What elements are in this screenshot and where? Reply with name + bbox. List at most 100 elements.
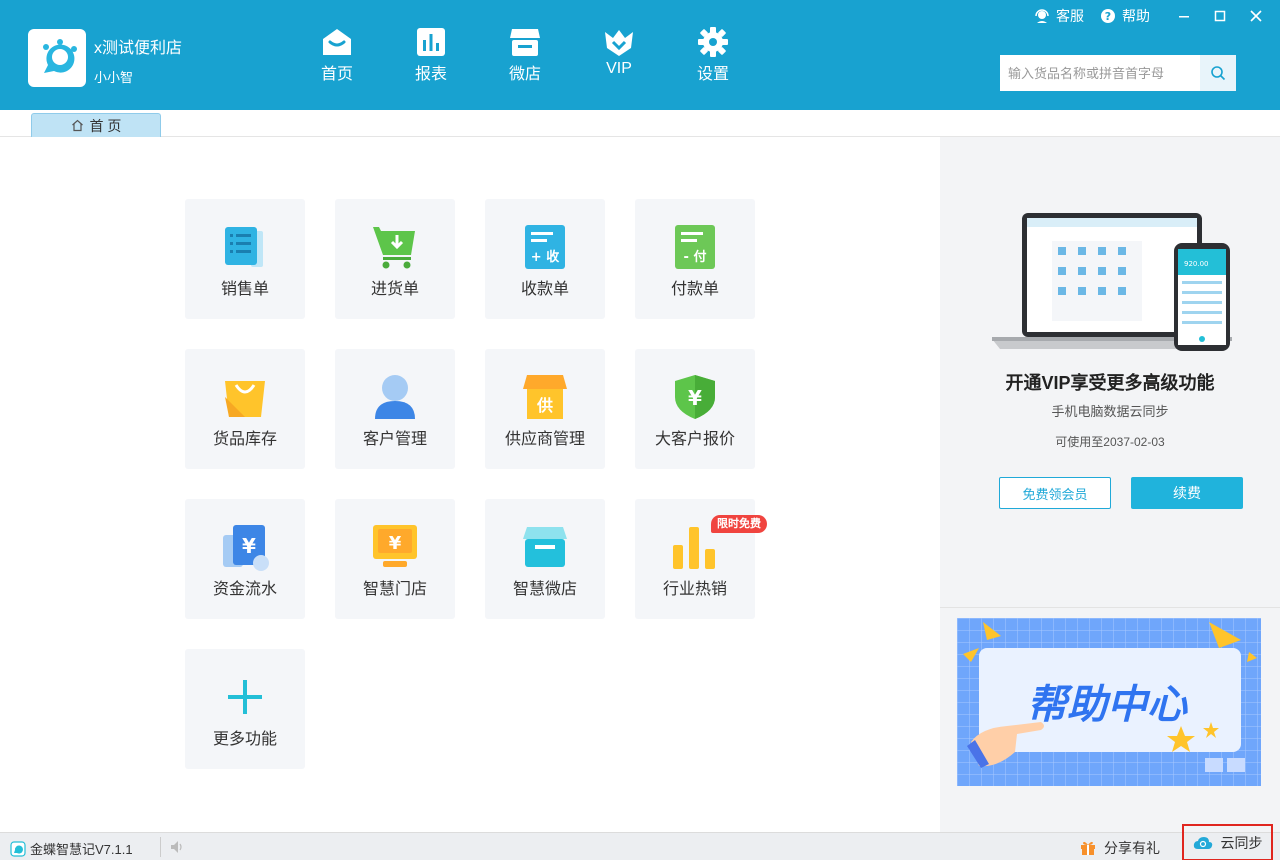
supplier-shop-icon: 供: [523, 375, 567, 419]
phone-amount: 920.00: [1184, 260, 1209, 268]
tile-smart-store[interactable]: ¥ 智慧门店: [335, 499, 455, 619]
share-gift-button[interactable]: 分享有礼: [1080, 838, 1160, 858]
nav-vip[interactable]: VIP: [572, 26, 666, 84]
store-icon: [510, 29, 540, 56]
share-label: 分享有礼: [1104, 840, 1160, 856]
customer-icon: [375, 375, 415, 419]
version-info: 金蝶智慧记V7.1.1: [10, 839, 133, 858]
micro-store-icon: [523, 527, 567, 567]
search-icon: [1211, 66, 1226, 81]
tile-label: 货品库存: [212, 431, 277, 448]
renew-button[interactable]: 续费: [1131, 477, 1243, 509]
tile-sales-order[interactable]: 销售单: [185, 199, 305, 319]
payment-glyph: - 付: [684, 249, 707, 265]
nav-home[interactable]: 首页: [290, 26, 384, 84]
gear-icon: [698, 27, 728, 57]
tile-more[interactable]: 更多功能: [185, 649, 305, 769]
vip-title: 开通VIP享受更多高级功能: [1005, 373, 1215, 393]
vip-card: 920.00 开通VIP享受更多高级功能 手机电脑数据云同步 可使用至2037-…: [940, 137, 1280, 607]
speaker-icon[interactable]: [170, 840, 184, 854]
help-circle-icon: ?: [1101, 9, 1115, 23]
home-icon: [323, 29, 351, 55]
tile-label: 行业热销: [662, 581, 727, 598]
tile-purchase-order[interactable]: 进货单: [335, 199, 455, 319]
plus-icon: [228, 680, 262, 714]
app-logo: [28, 29, 86, 87]
close-icon: [1250, 10, 1262, 22]
tile-label: 客户管理: [362, 431, 427, 448]
help-center-banner[interactable]: 帮助中心: [957, 618, 1261, 786]
tile-micro-store[interactable]: 智慧微店: [485, 499, 605, 619]
customer-service-link[interactable]: 客服: [1034, 6, 1084, 26]
vip-subtitle: 手机电脑数据云同步: [1051, 404, 1169, 419]
customer-service-label: 客服: [1056, 8, 1084, 24]
receipt-glyph: + 收: [531, 249, 560, 265]
maximize-button[interactable]: [1202, 0, 1238, 32]
help-link[interactable]: ? 帮助: [1100, 6, 1150, 26]
tile-label: 收款单: [520, 281, 569, 298]
close-button[interactable]: [1238, 0, 1274, 32]
vip-icon: [605, 30, 633, 56]
payment-icon: - 付: [675, 225, 715, 269]
devices-illustration: 920.00: [992, 213, 1232, 351]
sync-label: 云同步: [1220, 834, 1263, 851]
nav-report[interactable]: 报表: [384, 26, 478, 84]
shop-name: x测试便利店: [94, 40, 183, 57]
monitor-yen-icon: ¥: [373, 525, 417, 567]
search-input[interactable]: [1000, 55, 1200, 91]
shield-glyph: ¥: [688, 386, 702, 410]
nav-vip-label: VIP: [606, 60, 632, 77]
app-mini-logo-icon: [10, 840, 26, 857]
window-controls: 客服 ? 帮助: [1034, 0, 1280, 32]
free-member-button[interactable]: 免费领会员: [999, 477, 1111, 509]
tile-label: 付款单: [670, 281, 719, 298]
supplier-glyph: 供: [536, 396, 553, 415]
nav-report-label: 报表: [414, 66, 447, 83]
tile-cash-flow[interactable]: ¥ 资金流水: [185, 499, 305, 619]
version-label: 金蝶智慧记V7.1.1: [30, 842, 133, 857]
app-window: x测试便利店 小小智 首页 报表 微店 VIP 设置 客服 ? 帮助 输入货品名…: [0, 0, 1280, 860]
help-center-graphic: 帮助中心: [957, 618, 1261, 786]
home-outline-icon: [71, 119, 83, 132]
minimize-button[interactable]: [1166, 0, 1202, 32]
divider: [940, 607, 1280, 608]
nav-home-label: 首页: [320, 66, 353, 83]
tile-supplier[interactable]: 供 供应商管理: [485, 349, 605, 469]
tile-customer[interactable]: 客户管理: [335, 349, 455, 469]
nav-settings[interactable]: 设置: [666, 26, 760, 84]
user-name: 小小智: [94, 70, 134, 85]
nav-store[interactable]: 微店: [478, 26, 572, 84]
tile-vip-quote[interactable]: ¥ 大客户报价: [635, 349, 755, 469]
gift-icon: [1081, 841, 1095, 855]
minimize-icon: [1179, 16, 1189, 18]
monitor-glyph: ¥: [389, 533, 402, 554]
main-nav: 首页 报表 微店 VIP 设置: [290, 26, 760, 84]
tile-label: 智慧门店: [362, 581, 427, 598]
tile-label: 智慧微店: [512, 581, 577, 598]
cloud-icon: [1193, 836, 1212, 849]
function-grid: 销售单 进货单 + 收 收款单 - 付 付款单 货品库存 客户管理 供 供应商管…: [0, 137, 940, 832]
help-label: 帮助: [1122, 8, 1150, 24]
tab-home-label: 首 页: [89, 117, 122, 134]
shopping-bag-icon: [225, 381, 265, 417]
wallet-glyph: ¥: [242, 534, 256, 558]
tile-label: 供应商管理: [504, 431, 585, 448]
tile-inventory[interactable]: 货品库存: [185, 349, 305, 469]
tile-label: 更多功能: [212, 731, 277, 748]
svg-text:?: ?: [1105, 10, 1111, 23]
nav-store-label: 微店: [508, 66, 541, 83]
tile-hot-sales[interactable]: 限时免费 行业热销: [635, 499, 767, 619]
tile-receipt[interactable]: + 收 收款单: [485, 199, 605, 319]
tile-label: 进货单: [370, 281, 419, 298]
vip-expiry: 可使用至2037-02-03: [1055, 435, 1165, 449]
nav-settings-label: 设置: [696, 66, 729, 83]
cloud-sync-button[interactable]: 云同步: [1182, 824, 1273, 860]
search-button[interactable]: [1200, 55, 1236, 91]
tile-label: 资金流水: [212, 581, 277, 598]
header: x测试便利店 小小智 首页 报表 微店 VIP 设置 客服 ? 帮助 输入货品名…: [0, 0, 1280, 110]
logo-icon: [43, 39, 77, 73]
shield-yen-icon: ¥: [675, 375, 715, 419]
wallet-yen-icon: ¥: [223, 525, 269, 571]
tile-payment[interactable]: - 付 付款单: [635, 199, 755, 319]
tab-home[interactable]: 首 页: [31, 113, 161, 137]
